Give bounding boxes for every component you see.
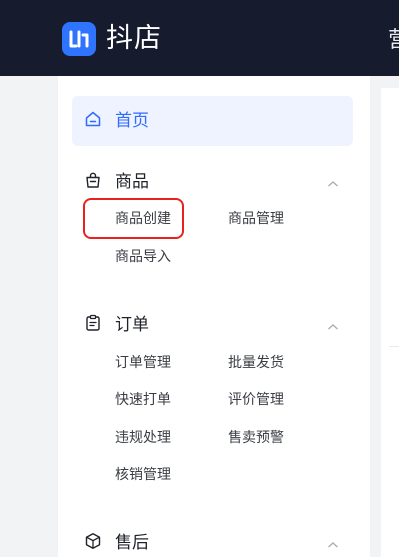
- sidebar-item-home[interactable]: 首页: [72, 96, 353, 146]
- box-icon: [84, 532, 102, 554]
- sidebar-item-batch-ship[interactable]: 批量发货: [228, 353, 284, 373]
- sidebar-item-sales-alert[interactable]: 售卖预警: [228, 428, 284, 448]
- highlight-annotation: [83, 198, 184, 239]
- sidebar-group-products-title[interactable]: 商品: [115, 170, 149, 194]
- doudian-logo-icon[interactable]: [62, 22, 96, 56]
- sidebar-item-quick-print[interactable]: 快速打单: [115, 390, 171, 410]
- home-icon: [84, 110, 102, 132]
- clipboard-icon: [84, 314, 102, 336]
- sidebar-item-order-manage[interactable]: 订单管理: [115, 353, 171, 373]
- sidebar-item-product-import[interactable]: 商品导入: [115, 247, 171, 267]
- sidebar-item-violation[interactable]: 违规处理: [115, 428, 171, 448]
- sidebar-group-orders-title[interactable]: 订单: [115, 313, 149, 337]
- top-bar: 抖店 营: [0, 0, 399, 76]
- divider: [389, 346, 399, 347]
- sidebar-item-review-manage[interactable]: 评价管理: [228, 390, 284, 410]
- logo-text[interactable]: 抖店: [106, 22, 162, 56]
- sidebar: [58, 76, 370, 557]
- sidebar-group-aftersale-title[interactable]: 售后: [115, 531, 149, 555]
- bag-icon: [84, 171, 102, 193]
- topbar-nav-item-partial[interactable]: 营: [388, 26, 399, 56]
- main-content-panel: [381, 88, 399, 557]
- chevron-up-icon[interactable]: [327, 317, 339, 336]
- sidebar-item-label: 首页: [115, 111, 149, 131]
- sidebar-item-product-manage[interactable]: 商品管理: [228, 209, 284, 229]
- chevron-up-icon[interactable]: [327, 174, 339, 193]
- chevron-up-icon[interactable]: [327, 535, 339, 554]
- sidebar-item-verification[interactable]: 核销管理: [115, 465, 171, 485]
